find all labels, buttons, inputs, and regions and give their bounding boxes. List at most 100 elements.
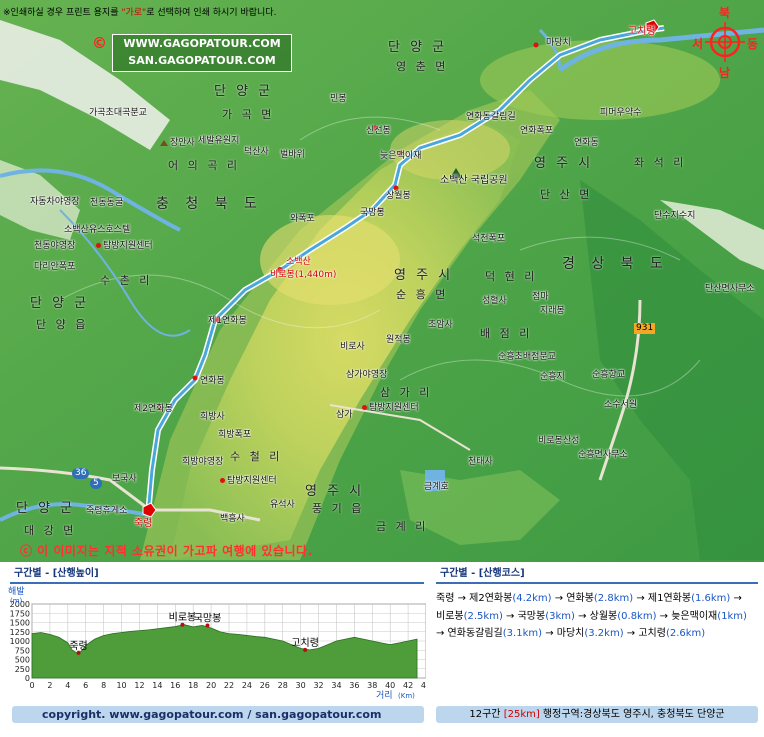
place-label: 희방야영장 [182, 457, 224, 467]
website-line-2: SAN.GAGOPATOUR.COM [128, 54, 276, 67]
region-label: 배 점 리 [480, 327, 533, 340]
place-label: 순흥초배점분교 [498, 352, 556, 362]
x-tick-label: 16 [170, 681, 180, 690]
compass: 북 남 서 동 [692, 4, 762, 80]
place-label: 천동야영장 [34, 241, 76, 251]
region-label: 어 의 곡 리 [168, 159, 240, 172]
place-label: 소백산 국립공원 [440, 175, 508, 186]
compass-south: 남 [719, 66, 731, 80]
region-label: 영 주 시 [394, 268, 454, 283]
place-label-summit: 소백산 [286, 257, 311, 267]
place-label: 연화동갈림길 [466, 112, 516, 122]
course-distance: (3.1km) [502, 628, 543, 639]
y-axis-label: 해발 [8, 586, 25, 597]
place-label: 비로봉산성 [538, 436, 580, 446]
x-tick-label: 22 [224, 681, 234, 690]
x-tick-label: 0 [29, 681, 34, 690]
region-label: 삼 가 리 [380, 386, 433, 399]
footer-section-info: 12구간 [25km] 행정구역:경상북도 영주시, 충청북도 단양군 [436, 706, 758, 723]
place-label: 다리안폭포 [34, 262, 76, 272]
road-shield: 36 [72, 468, 90, 479]
road-shield: 931 [634, 323, 656, 334]
region-label: 단 양 읍 [36, 318, 89, 331]
region-label: 대 강 면 [24, 524, 77, 537]
region-label: 영 주 시 [534, 156, 594, 171]
course-segment: → 국망봉 [502, 610, 546, 622]
x-tick-label: 10 [116, 681, 126, 690]
place-label: 소수서원 [604, 400, 638, 410]
trail-map: ※인쇄하실 경우 프린트 용지를 "가로"로 선택하여 인쇄 하시기 바랍니다.… [0, 0, 764, 562]
place-label: 금계호 [424, 482, 449, 492]
elevation-profile: 0 250 500 750 1000 1250 1500 1750 2000 0 2 4 6 8 10 12 1… [8, 584, 431, 706]
x-axis-unit: (Km) [398, 692, 415, 700]
compass-north: 북 [719, 6, 731, 20]
course-segment: → 제1연화봉 [633, 593, 692, 604]
course-segment: → 마당치 [542, 628, 585, 639]
place-label: 순흥면사무소 [578, 450, 628, 460]
x-tick-label: 30 [296, 681, 306, 690]
elevation-chart: 0250500750100012501500175020000 2 4 6 8 10 12 1… [8, 586, 431, 701]
place-label: 유석사 [270, 500, 295, 510]
course-segment: → [730, 593, 742, 604]
marker-icon [362, 405, 367, 410]
temple-icon [160, 139, 168, 146]
course-line-3: → 연화동갈림길(3.1km) → 마당치(3.2km) → 고치령(2.6km… [436, 625, 760, 643]
region-label: 금 계 리 [376, 520, 429, 533]
course-segment: → 연화동갈림길 [436, 628, 503, 639]
x-tick-label: 28 [278, 681, 288, 690]
region-label: 단 양 군 [388, 40, 448, 55]
course-segment: 죽령 → 제2연화봉 [436, 593, 513, 604]
region-label: 충 청 북 도 [156, 196, 263, 212]
y-axis-unit: (m) [10, 597, 23, 605]
place-label: 제1연화봉 [208, 316, 247, 326]
place-label: 상월봉 [386, 191, 411, 201]
place-label: 지래봉 [540, 306, 565, 316]
x-tick-label: 2 [47, 681, 52, 690]
peak-label: 국망봉 [194, 612, 222, 624]
course-description: 죽령 → 제2연화봉(4.2km) → 연화봉(2.8km) → 제1연화봉(1… [436, 590, 760, 643]
y-tick-label: 1250 [10, 628, 30, 637]
course-segment: → 상월봉 [574, 610, 618, 622]
place-label: 세발유원지 [198, 136, 240, 146]
course-distance: (2.5km) [463, 610, 503, 622]
marker-icon [220, 478, 225, 483]
place-label: 신선봉 [366, 126, 391, 136]
x-tick-label: 20 [206, 681, 216, 690]
place-label: 삼가야영장 [346, 370, 388, 380]
place-label: 순흥향교 [592, 370, 626, 380]
course-line-1: 죽령 → 제2연화봉(4.2km) → 연화봉(2.8km) → 제1연화봉(1… [436, 590, 760, 608]
copyright-warning: ⓒ 이 이미지는 지적 소유권이 가고파 여행에 있습니다. [20, 544, 313, 558]
profile-header: 구간별 - [산행높이] [10, 566, 424, 584]
place-label: 벌바위 [280, 150, 305, 160]
place-label: 제2연화봉 [134, 404, 173, 414]
region-label: 영 주 시 [305, 484, 365, 499]
place-label: 백흥사 [220, 514, 245, 524]
x-tick-label: 36 [349, 681, 359, 690]
course-line-2: 비로봉(2.5km) → 국망봉(3km) → 상월봉(0.8km) → 늦은맥… [436, 608, 760, 626]
place-label: 천동동굴 [90, 198, 124, 208]
place-label: 점마 [532, 292, 549, 302]
place-label: 탐방지원센터 [362, 403, 419, 414]
course-distance: (3km) [545, 610, 575, 622]
peak-label: 비로봉 [169, 612, 197, 624]
compass-east: 동 [747, 37, 759, 51]
website-line-1: WWW.GAGOPATOUR.COM [123, 37, 281, 50]
place-label: 국망봉 [360, 208, 385, 218]
place-label: 늦은맥이재 [380, 151, 422, 161]
print-notice: ※인쇄하실 경우 프린트 용지를 "가로"로 선택하여 인쇄 하시기 바랍니다. [3, 8, 277, 18]
region-label: 덕 현 리 [485, 270, 538, 283]
region-label: 단 양 군 [214, 84, 274, 99]
place-label: 와폭포 [290, 214, 315, 224]
region-label: 단 양 군 [16, 501, 76, 516]
place-label: 삼가 [336, 410, 353, 420]
compass-west: 서 [692, 37, 704, 51]
x-tick-label: 38 [367, 681, 377, 690]
x-tick-label: 40 [385, 681, 395, 690]
place-label: 단산면사무소 [705, 284, 755, 294]
place-label: 소백산유스호스텔 [64, 225, 131, 235]
place-label: 희방폭포 [218, 430, 252, 440]
place-label: 비로사 [340, 342, 365, 352]
region-label: 단 양 군 [30, 296, 90, 311]
place-label-endpoint: 고치령 [628, 26, 656, 37]
place-label: 보국사 [112, 474, 137, 484]
